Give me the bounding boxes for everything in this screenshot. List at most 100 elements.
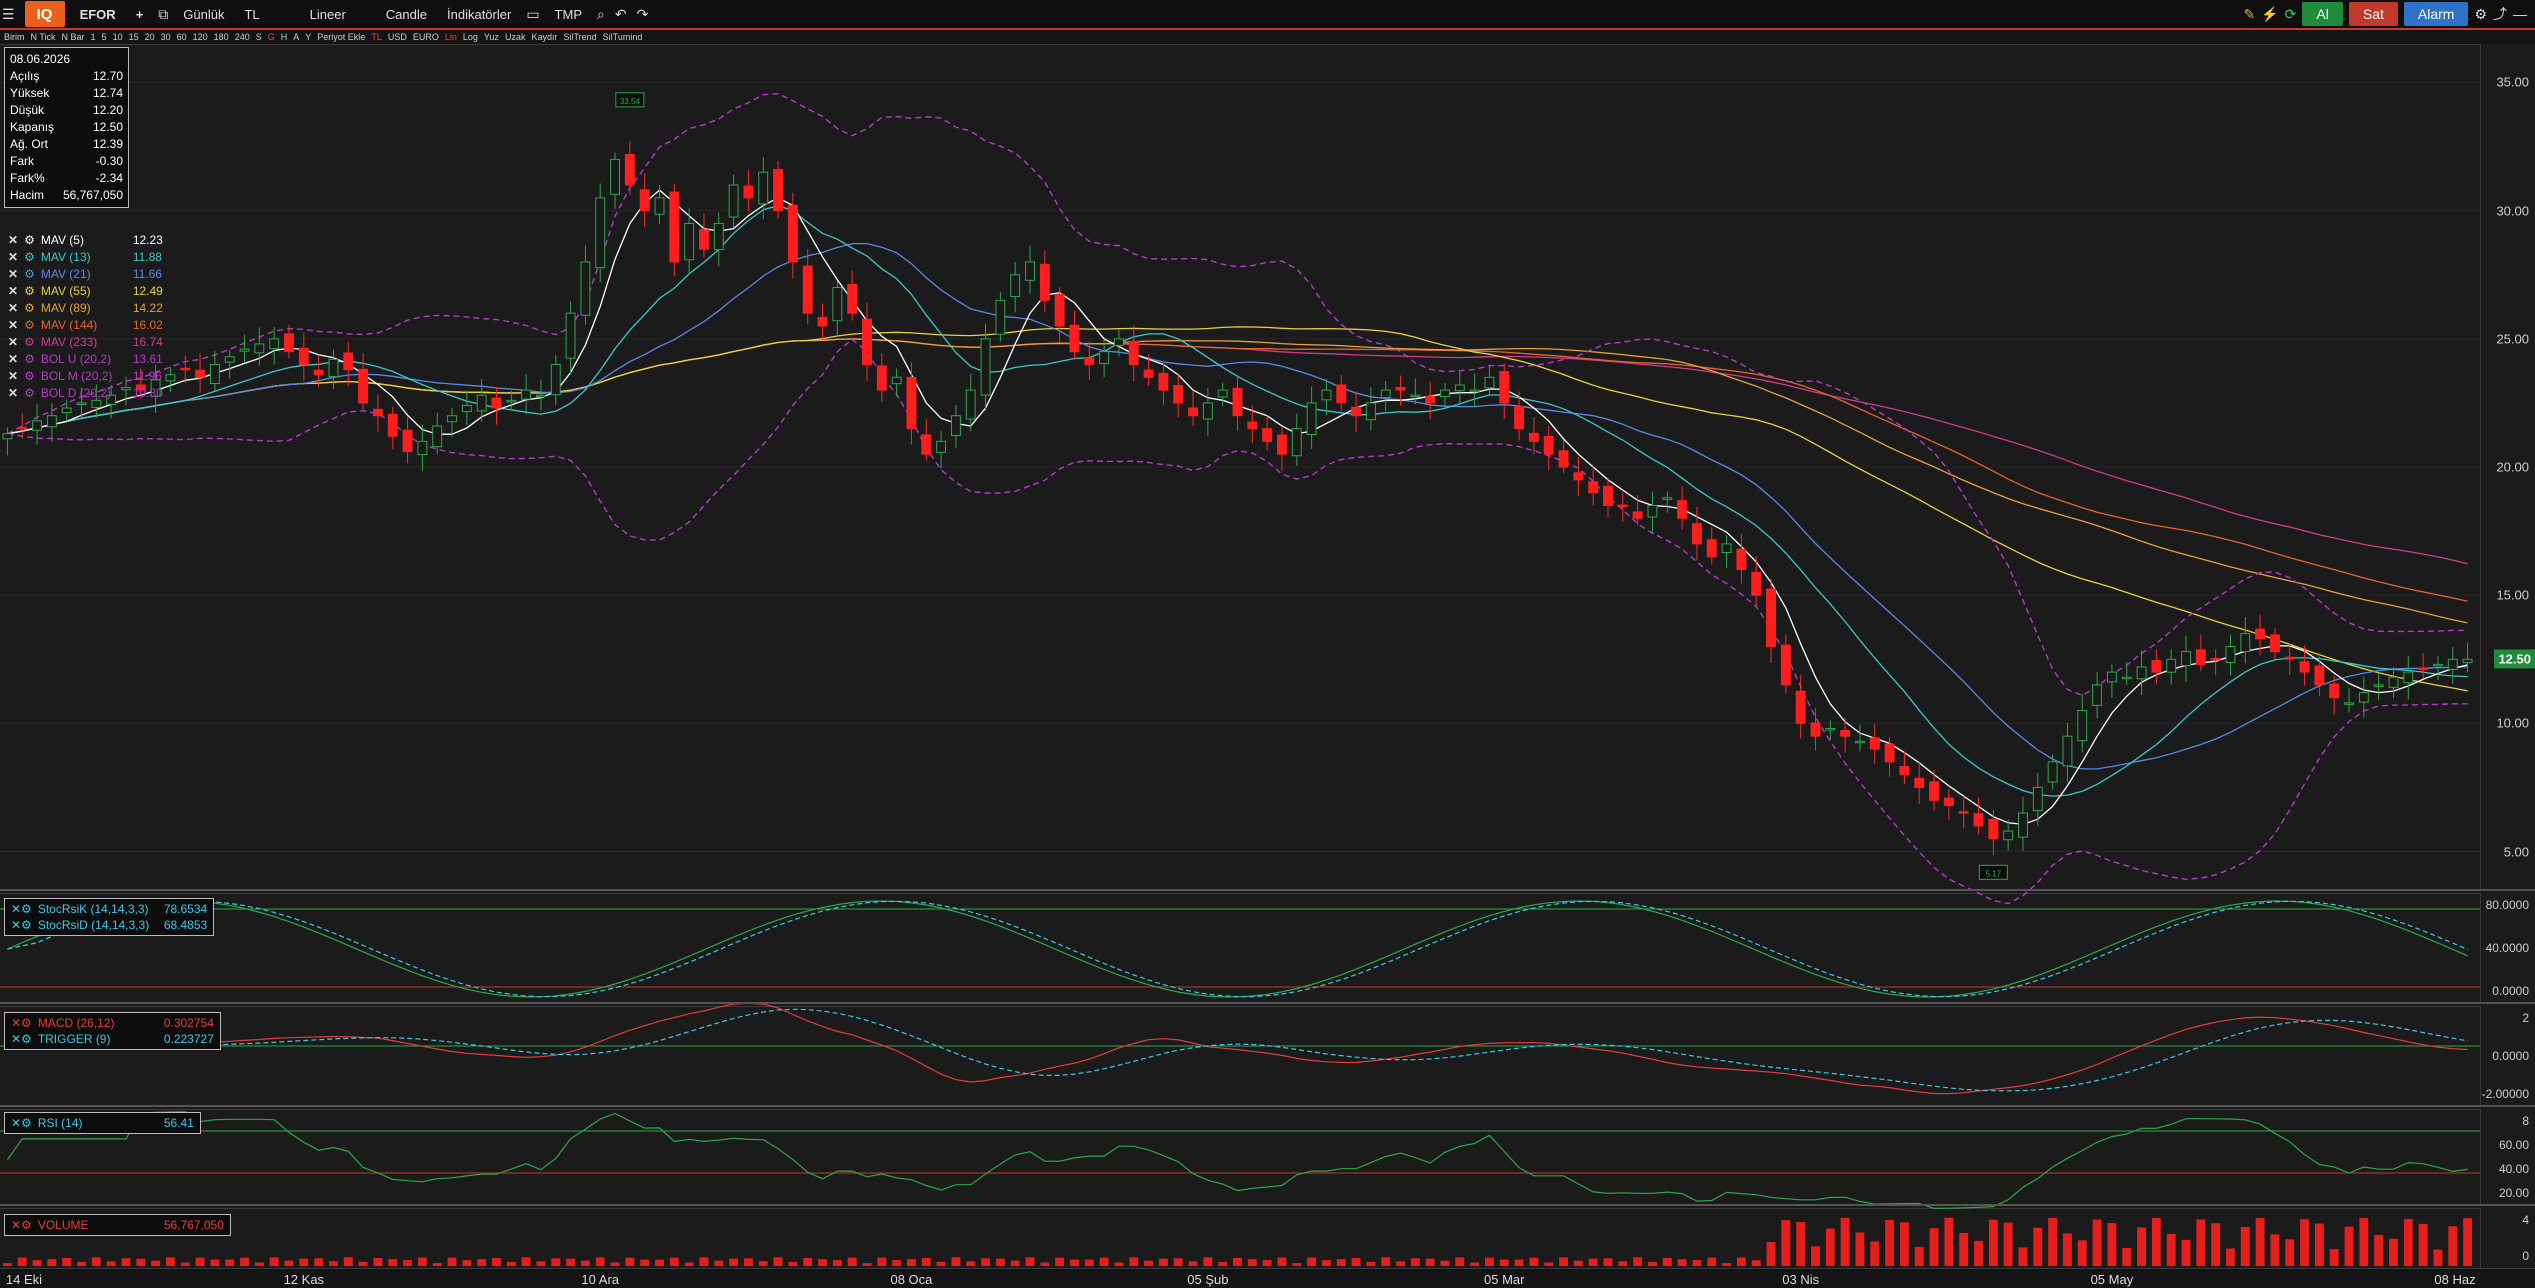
remove-icon[interactable]: ✕ xyxy=(8,368,18,385)
remove-icon[interactable]: ✕⚙ xyxy=(11,1015,32,1031)
candle xyxy=(995,299,1006,335)
volume-bar xyxy=(2374,1234,2384,1266)
macd-legend: ✕⚙ MACD (26,12) 0.302754 ✕⚙ TRIGGER (9) 0.223… xyxy=(4,1012,221,1050)
remove-icon[interactable]: ✕⚙ xyxy=(11,1217,32,1233)
candle xyxy=(506,399,517,403)
volume-bar xyxy=(1307,1257,1317,1266)
volume-bar xyxy=(2463,1218,2473,1266)
candle xyxy=(1588,481,1599,494)
candle xyxy=(2255,628,2266,640)
candle xyxy=(1188,407,1198,417)
volume-bar xyxy=(847,1257,857,1266)
date-tick-label: 05 Mar xyxy=(1484,1272,1525,1287)
volume-bar xyxy=(506,1261,516,1266)
remove-icon[interactable]: ✕⚙ xyxy=(11,1115,32,1131)
ohlc-value: 12.50 xyxy=(92,120,123,134)
legend-row[interactable]: ✕ ⚙ MAV (21) 11.66 xyxy=(8,266,163,283)
ohlc-label: Fark xyxy=(10,154,34,168)
legend-row[interactable]: ✕ ⚙ MAV (13) 11.88 xyxy=(8,249,163,266)
settings-icon[interactable]: ⚙ xyxy=(24,300,35,317)
indicator-value: 68.4853 xyxy=(163,918,208,932)
indicator-name: StocRsiK (14,14,3,3) xyxy=(37,902,149,916)
indicator-legend-row[interactable]: ✕⚙ MACD (26,12) 0.302754 xyxy=(11,1015,214,1031)
settings-icon[interactable]: ⚙ xyxy=(24,266,35,283)
volume-bar xyxy=(1247,1259,1257,1266)
remove-icon[interactable]: ✕ xyxy=(8,232,18,249)
remove-icon[interactable]: ✕ xyxy=(8,317,18,334)
volume-bar xyxy=(699,1257,709,1266)
candle xyxy=(2151,660,2162,673)
volume-bar xyxy=(2285,1239,2295,1266)
remove-icon[interactable]: ✕ xyxy=(8,283,18,300)
remove-icon[interactable]: ✕ xyxy=(8,334,18,351)
indicator-name: StocRsiD (14,14,3,3) xyxy=(37,918,150,932)
candle xyxy=(1617,504,1628,508)
candle xyxy=(2062,735,2073,767)
volume-bar xyxy=(877,1257,887,1266)
settings-icon[interactable]: ⚙ xyxy=(24,368,35,385)
legend-row[interactable]: ✕ ⚙ MAV (144) 16.02 xyxy=(8,317,163,334)
legend-row[interactable]: ✕ ⚙ BOL M (20,2) 11.96 xyxy=(8,368,163,385)
candle xyxy=(713,222,724,251)
remove-icon[interactable]: ✕⚙ xyxy=(11,901,32,917)
remove-icon[interactable]: ✕⚙ xyxy=(11,917,32,933)
settings-icon[interactable]: ⚙ xyxy=(24,283,35,300)
settings-icon[interactable]: ⚙ xyxy=(24,351,35,368)
legend-row[interactable]: ✕ ⚙ MAV (55) 12.49 xyxy=(8,283,163,300)
volume-bar xyxy=(788,1261,798,1266)
indicator-legend-row[interactable]: ✕⚙ StocRsiK (14,14,3,3) 78.6534 xyxy=(11,901,207,917)
volume-bar xyxy=(2418,1223,2428,1266)
candlestick-chart[interactable]: 33.54 5.17 xyxy=(0,0,2535,1288)
settings-icon[interactable]: ⚙ xyxy=(24,385,35,402)
candle xyxy=(1499,371,1510,404)
candle xyxy=(17,426,28,430)
remove-icon[interactable]: ✕ xyxy=(8,266,18,283)
candle xyxy=(654,197,665,215)
volume-bar xyxy=(2211,1223,2221,1266)
candle xyxy=(1025,261,1035,281)
legend-value: 12.49 xyxy=(132,284,163,298)
volume-bar xyxy=(669,1257,679,1266)
indicator-legend-row[interactable]: ✕⚙ VOLUME 56,767,050 xyxy=(11,1217,224,1233)
legend-row[interactable]: ✕ ⚙ MAV (5) 12.23 xyxy=(8,232,163,249)
ohlc-label: Düşük xyxy=(10,103,45,117)
candle xyxy=(1440,389,1450,398)
indicator-legend-row[interactable]: ✕⚙ RSI (14) 56.41 xyxy=(11,1115,194,1131)
candle xyxy=(876,365,887,391)
candle xyxy=(372,408,383,417)
date-axis[interactable]: 14 Eki 12 Kas 10 Ara 08 Oca 05 Şub 05 Mar 03 N… xyxy=(0,1268,2535,1288)
legend-row[interactable]: ✕ ⚙ MAV (89) 14.22 xyxy=(8,300,163,317)
legend-row[interactable]: ✕ ⚙ MAV (233) 16.74 xyxy=(8,334,163,351)
candle xyxy=(402,429,413,453)
settings-icon[interactable]: ⚙ xyxy=(24,232,35,249)
candle xyxy=(684,222,695,261)
indicator-legend-row[interactable]: ✕⚙ StocRsiD (14,14,3,3) 68.4853 xyxy=(11,917,207,933)
volume-bar xyxy=(477,1259,487,1266)
legend-row[interactable]: ✕ ⚙ BOL D (20,2) 10.30 xyxy=(8,385,163,402)
volume-bar xyxy=(1662,1257,1672,1266)
legend-value: 16.02 xyxy=(132,318,163,332)
ohlc-row: Açılış 12.70 xyxy=(10,68,123,85)
candle xyxy=(1884,743,1895,763)
ohlc-label: Ağ. Ort xyxy=(10,137,49,151)
indicator-legend-row[interactable]: ✕⚙ TRIGGER (9) 0.223727 xyxy=(11,1031,214,1047)
volume-bar xyxy=(729,1258,739,1266)
settings-icon[interactable]: ⚙ xyxy=(24,334,35,351)
candle xyxy=(1840,729,1851,737)
remove-icon[interactable]: ✕ xyxy=(8,351,18,368)
legend-row[interactable]: ✕ ⚙ BOL U (20,2) 13.61 xyxy=(8,351,163,368)
remove-icon[interactable]: ✕ xyxy=(8,385,18,402)
remove-icon[interactable]: ✕⚙ xyxy=(11,1031,32,1047)
volume-bar xyxy=(862,1263,872,1266)
volume-bar xyxy=(1529,1257,1539,1266)
volume-bar xyxy=(2329,1249,2339,1266)
settings-icon[interactable]: ⚙ xyxy=(24,317,35,334)
settings-icon[interactable]: ⚙ xyxy=(24,249,35,266)
candle xyxy=(550,363,561,396)
indicator-name: MACD (26,12) xyxy=(37,1016,115,1030)
volume-bar xyxy=(1203,1257,1213,1266)
remove-icon[interactable]: ✕ xyxy=(8,300,18,317)
remove-icon[interactable]: ✕ xyxy=(8,249,18,266)
ohlc-value: 12.39 xyxy=(92,137,123,151)
candle xyxy=(1262,428,1273,442)
